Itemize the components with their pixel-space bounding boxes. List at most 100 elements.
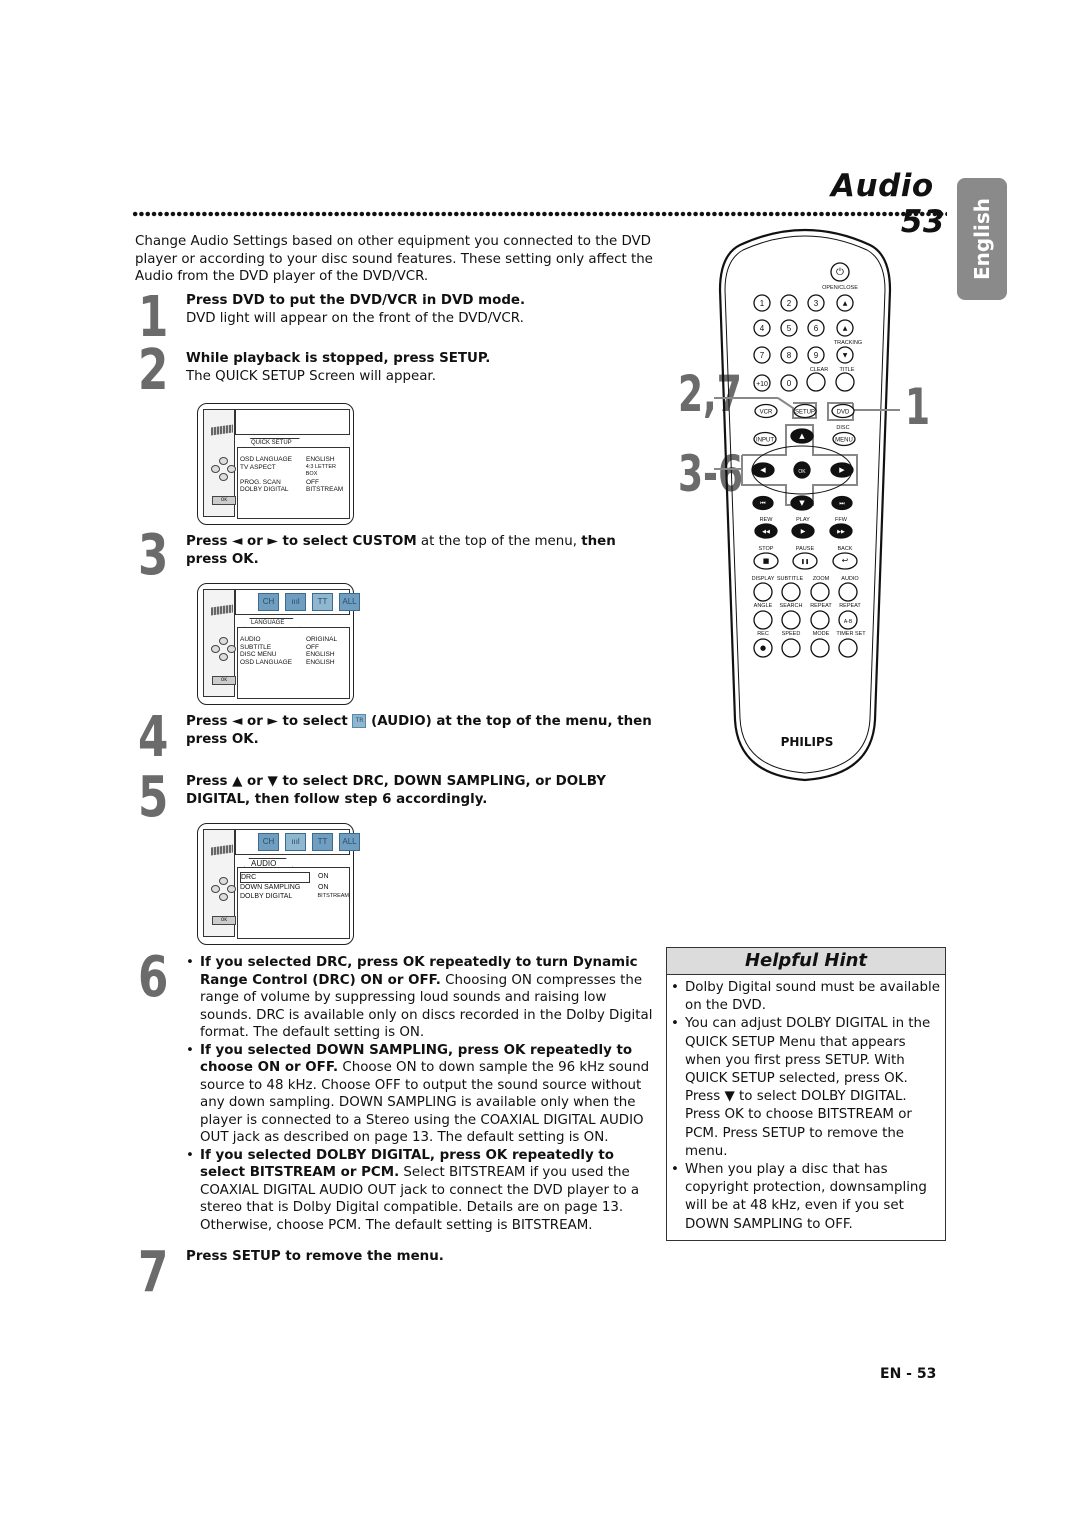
menu-row: PROG. SCAN OFF — [240, 478, 319, 486]
button-5-label: 5 — [787, 324, 792, 333]
screen-sidebar: OK — [203, 409, 236, 517]
left-arrow-icon: ◀ — [760, 466, 766, 474]
rec-icon: ● — [760, 644, 766, 652]
right-arrow-icon: ▶ — [839, 466, 845, 474]
dvd-button-label: DVD — [837, 410, 850, 416]
stop-icon: ■ — [763, 557, 770, 565]
language-tab-label: English — [970, 197, 994, 281]
disc-menu-button-label: MENU — [835, 438, 853, 444]
search-label: SEARCH — [780, 603, 803, 609]
speed-button[interactable] — [781, 638, 801, 658]
ffw-icon: ▶▶ — [837, 529, 845, 535]
bullet-down-sampling: If you selected DOWN SAMPLING, press OK … — [184, 1042, 662, 1147]
channel-icon: CH — [258, 593, 279, 611]
title-button[interactable] — [835, 372, 855, 392]
speed-label: SPEED — [782, 631, 801, 637]
menu-row: OSD LANGUAGE ENGLISH — [240, 456, 335, 463]
screen-header-area: CH ıııl TT ALL — [235, 829, 360, 855]
all-icon: ALL — [339, 833, 360, 851]
language-tab: English — [957, 178, 1007, 300]
back-icon: ↩ — [842, 556, 849, 565]
step-2: While playback is stopped, press SETUP. … — [186, 350, 656, 385]
title-text: Audio — [831, 168, 934, 204]
search-button[interactable] — [781, 610, 801, 630]
title-icon: TT — [312, 833, 333, 851]
helpful-hint-box: Helpful Hint Dolby Digital sound must be… — [666, 947, 946, 1241]
audio-screen: OK CH ıııl TT ALL AUDIO DRC ON DOWN SAMPL… — [197, 823, 360, 945]
step-3: Press ◄ or ► to select CUSTOM at the top… — [186, 533, 656, 568]
display-button[interactable] — [753, 582, 773, 602]
button-7-label: 7 — [760, 351, 765, 360]
angle-button[interactable] — [753, 610, 773, 630]
button-2-label: 2 — [787, 299, 792, 308]
screen-sidebar: OK — [203, 829, 236, 937]
brand-logo: PHILIPS — [781, 735, 834, 749]
subtitle-button[interactable] — [781, 582, 801, 602]
menu-row-selected: DRC ON — [240, 872, 329, 883]
step-1-instruction: Press DVD to put the DVD/VCR in DVD mode… — [186, 293, 526, 308]
screen-header-area: CH ıııl TT ALL — [235, 589, 360, 615]
screen-menu: AUDIO ORIGINAL SUBTITLE OFF DISC MENU ENGLI… — [237, 627, 350, 699]
screen-menu: DRC ON DOWN SAMPLING ON DOLBY DIGITAL BITST… — [237, 867, 350, 939]
subtitle-label: SUBTITLE — [777, 576, 804, 582]
zoom-button[interactable] — [810, 582, 830, 602]
step-number-6: 6 — [138, 945, 169, 1010]
tracking-down-icon: ▼ — [843, 352, 848, 359]
dpad-icon — [211, 637, 236, 661]
repeat-button[interactable] — [810, 610, 830, 630]
timer-set-button[interactable] — [838, 638, 858, 658]
button-plus10-label: +10 — [756, 381, 768, 388]
remote-control: ⏻ OPEN/CLOSE 1 2 3 ▲ 4 5 6 ▲ TRACKING 7 8 9 ▼ CLEAR TITL… — [714, 228, 900, 782]
step-4-instruction: Press ◄ or ► to select — [186, 714, 353, 729]
step-2-instruction: While playback is stopped, press SETUP. — [186, 351, 491, 366]
button-3-label: 3 — [814, 299, 819, 308]
disc-label: DISC — [836, 425, 849, 431]
step-number-2: 2 — [138, 338, 169, 403]
audio-tab-icon: TR — [352, 714, 367, 728]
audio-button[interactable] — [838, 582, 858, 602]
menu-row: DOLBY DIGITAL BITSTREAM — [240, 486, 344, 493]
power-icon: ⏻ — [836, 267, 844, 278]
step-number-5: 5 — [138, 765, 169, 830]
hint-item: When you play a disc that has copyright … — [671, 1161, 945, 1234]
ok-icon: OK — [212, 916, 236, 925]
all-icon: ALL — [339, 593, 360, 611]
mode-button[interactable] — [810, 638, 830, 658]
quick-setup-screen: OK QUICK SETUP OSD LANGUAGE ENGLISH TV AS… — [197, 403, 354, 525]
hint-item: Dolby Digital sound must be available on… — [671, 979, 945, 1015]
step-2-detail: The QUICK SETUP Screen will appear. — [186, 368, 436, 384]
title-icon: TT — [312, 593, 333, 611]
audio-icon: ıııl — [285, 833, 306, 851]
title-label: TITLE — [840, 367, 855, 373]
menu-row: SUBTITLE OFF — [240, 643, 319, 651]
setup-button-label: SETUP — [795, 410, 815, 416]
dvd-logo-icon — [211, 844, 233, 856]
hint-title: Helpful Hint — [667, 948, 945, 975]
tracking-up-icon: ▲ — [843, 325, 848, 332]
rew-icon: ◀◀ — [762, 529, 770, 535]
screen-header-area — [235, 409, 350, 435]
intro-paragraph: Change Audio Settings based on other equ… — [135, 234, 653, 284]
screen-menu: OSD LANGUAGE ENGLISH TV ASPECT 4:3 LETTER … — [237, 447, 350, 519]
bullet-drc: If you selected DRC, press OK repeatedly… — [184, 954, 662, 1042]
open-close-label: OPEN/CLOSE — [822, 285, 858, 291]
step-5: Press ▲ or ▼ to select DRC, DOWN SAMPLIN… — [186, 774, 606, 807]
audio-icon: ıııl — [285, 593, 306, 611]
hint-item: You can adjust DOLBY DIGITAL in the QUIC… — [671, 1015, 945, 1161]
ok-icon: OK — [212, 676, 236, 685]
ok-button-label: OK — [798, 469, 806, 475]
dvd-logo-icon — [211, 604, 233, 616]
menu-row: OSD LANGUAGE ENGLISH — [240, 658, 335, 666]
button-6-label: 6 — [814, 324, 819, 333]
step-4: Press ◄ or ► to select TR (AUDIO) at the… — [186, 713, 656, 748]
menu-row: AUDIO ORIGINAL — [240, 636, 338, 643]
step-number-7: 7 — [138, 1240, 169, 1305]
mode-label: MODE — [813, 631, 830, 637]
clear-button[interactable] — [806, 372, 826, 392]
rew-label: REW — [760, 517, 774, 523]
display-label: DISPLAY — [752, 576, 775, 582]
menu-row: DOLBY DIGITAL BITSTREAM — [240, 893, 349, 900]
stop-label: STOP — [759, 546, 774, 552]
dotted-rule — [132, 211, 947, 217]
screen-sidebar: OK — [203, 589, 236, 697]
